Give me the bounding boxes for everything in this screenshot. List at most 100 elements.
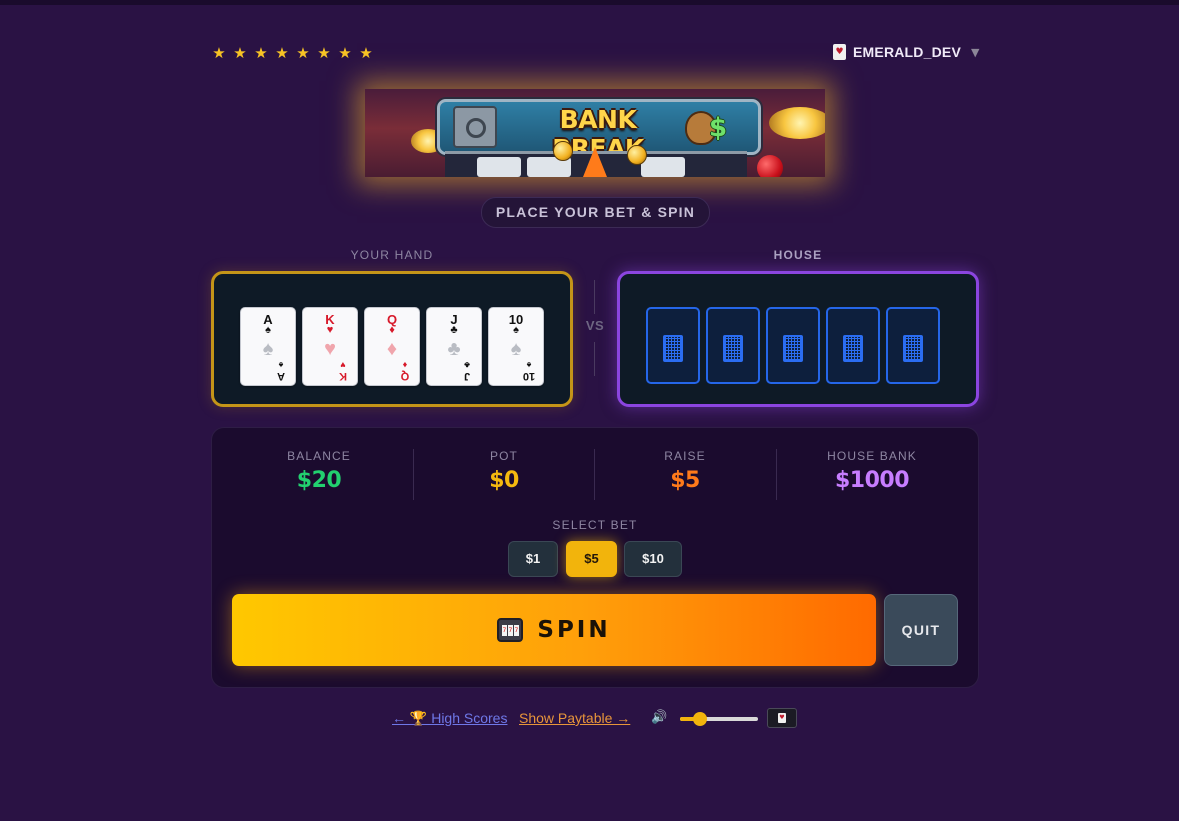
card-rank: 10 (522, 370, 536, 382)
house-label: HOUSE (773, 248, 823, 262)
card-corner: K ♥ (335, 359, 351, 382)
playing-card: J ♣ ♣ J ♣ (426, 307, 482, 386)
star-icon: ★ (233, 44, 247, 62)
card-back (826, 307, 880, 384)
username: EMERALD_DEV (853, 44, 961, 60)
vs-label: VS (585, 318, 605, 333)
balance-value: $20 (296, 468, 342, 493)
star-icon: ★ (338, 44, 352, 62)
volume-slider-thumb[interactable] (692, 712, 707, 726)
card-back (646, 307, 700, 384)
card-suit-icon: ♥ (326, 324, 334, 336)
house-cards (646, 307, 940, 384)
speaker-icon[interactable]: 🔊 (651, 710, 667, 725)
pot-label: POT (490, 449, 518, 463)
chevron-down-icon[interactable]: ▼ (971, 46, 979, 59)
playing-card-icon: ♥ (778, 713, 786, 723)
card-rank: K (339, 370, 347, 382)
bet-10-button[interactable]: $10 (624, 541, 682, 577)
card-back-pattern-icon (783, 335, 803, 362)
house-bank-label: HOUSE BANK (827, 449, 917, 463)
safe-icon (453, 106, 497, 148)
explosion-icon (583, 147, 607, 177)
card-suit-icon: ♠ (526, 360, 532, 370)
star-icon: ★ (275, 44, 289, 62)
house-hand-panel (617, 271, 979, 407)
card-pip-icon: ♦ (386, 338, 398, 360)
stat-divider (776, 449, 777, 500)
volume-slider[interactable] (680, 712, 758, 726)
card-suit-icon: ♠ (265, 324, 271, 336)
star-icon: ★ (359, 44, 373, 62)
playing-card: A ♠ ♠ A ♠ (240, 307, 296, 386)
your-hand-label: YOUR HAND (350, 248, 434, 262)
card-pip-icon: ♥ (324, 338, 336, 360)
rating-stars: ★ ★ ★ ★ ★ ★ ★ ★ (211, 44, 374, 62)
card-corner: J ♣ (459, 359, 475, 382)
card-pip-icon: ♠ (262, 338, 274, 360)
playing-card: K ♥ ♥ K ♥ (302, 307, 358, 386)
card-back (766, 307, 820, 384)
house-bank-value: $1000 (834, 468, 910, 493)
user-menu[interactable]: ♥ EMERALD_DEV ▼ (833, 44, 979, 60)
stat-divider (413, 449, 414, 500)
balance-stat: BALANCE $20 (254, 449, 384, 493)
balance-label: BALANCE (287, 449, 351, 463)
bet-1-button[interactable]: $1 (508, 541, 558, 577)
star-icon: ★ (296, 44, 310, 62)
spin-button[interactable]: 777 SPIN (232, 594, 876, 666)
slot-reel (641, 157, 685, 177)
card-back (706, 307, 760, 384)
spin-label: SPIN (537, 617, 611, 643)
card-corner: 10 ♠ (521, 359, 537, 382)
pot-stat: POT $0 (439, 449, 569, 493)
star-icon: ★ (254, 44, 268, 62)
card-suit-icon: ♥ (340, 360, 346, 370)
card-back-pattern-icon (663, 335, 683, 362)
card-rank: J (463, 370, 471, 382)
player-hand-panel: A ♠ ♠ A ♠ K ♥ ♥ K ♥ Q ♦ ♦ Q ♦ J ♣ ♣ J ♣ 10 ♠ ♠ 10 ♠ (211, 271, 573, 407)
card-back (886, 307, 940, 384)
raise-value: $5 (670, 468, 700, 493)
card-pip-icon: ♣ (447, 338, 461, 360)
select-bet-label: SELECT BET (552, 518, 638, 532)
card-suit-icon: ♦ (389, 324, 395, 336)
bet-5-button[interactable]: $5 (566, 541, 617, 577)
card-suit-icon: ♣ (450, 324, 458, 336)
control-panel: BALANCE $20 POT $0 RAISE $5 HOUSE BANK $… (211, 427, 979, 688)
card-pip-icon: ♠ (510, 338, 522, 360)
slot-machine-icon: 777 (497, 618, 524, 642)
card-back-pattern-icon (903, 335, 923, 362)
footer-bar: ← 🏆 High Scores Show Paytable → 🔊 ♥ (0, 707, 1179, 731)
card-suit-icon: ♦ (402, 360, 408, 370)
show-paytable-link[interactable]: Show Paytable → (519, 710, 630, 726)
coin-icon (553, 141, 573, 161)
pot-value: $0 (489, 468, 519, 493)
card-suit-icon: ♣ (464, 360, 470, 370)
house-bank-stat: HOUSE BANK $1000 (802, 449, 942, 493)
red-ball-icon (757, 155, 783, 177)
quit-button[interactable]: QUIT (884, 594, 958, 666)
card-corner: A ♠ (273, 359, 289, 382)
card-back-pattern-icon (723, 335, 743, 362)
dollar-sign-icon: $ (709, 113, 728, 143)
vs-divider (594, 280, 595, 314)
card-corner: Q ♦ (397, 359, 413, 382)
game-banner: BANK BREAK $ (365, 89, 825, 177)
star-icon: ★ (212, 44, 226, 62)
raise-stat: RAISE $5 (620, 449, 750, 493)
raise-label: RAISE (664, 449, 706, 463)
card-rank: Q (400, 370, 410, 382)
slot-reel (477, 157, 521, 177)
chandelier-icon (769, 107, 825, 139)
playing-card: Q ♦ ♦ Q ♦ (364, 307, 420, 386)
high-scores-link[interactable]: ← 🏆 High Scores (392, 710, 507, 727)
card-suit-icon: ♠ (278, 360, 284, 370)
stat-divider (594, 449, 595, 500)
card-theme-button[interactable]: ♥ (767, 708, 797, 728)
card-suit-icon: ♠ (513, 324, 519, 336)
card-back-pattern-icon (843, 335, 863, 362)
bet-prompt: PLACE YOUR BET & SPIN (481, 197, 710, 228)
player-cards: A ♠ ♠ A ♠ K ♥ ♥ K ♥ Q ♦ ♦ Q ♦ J ♣ ♣ J ♣ 10 ♠ ♠ 10 ♠ (240, 307, 544, 386)
playing-card-icon: ♥ (833, 44, 846, 60)
